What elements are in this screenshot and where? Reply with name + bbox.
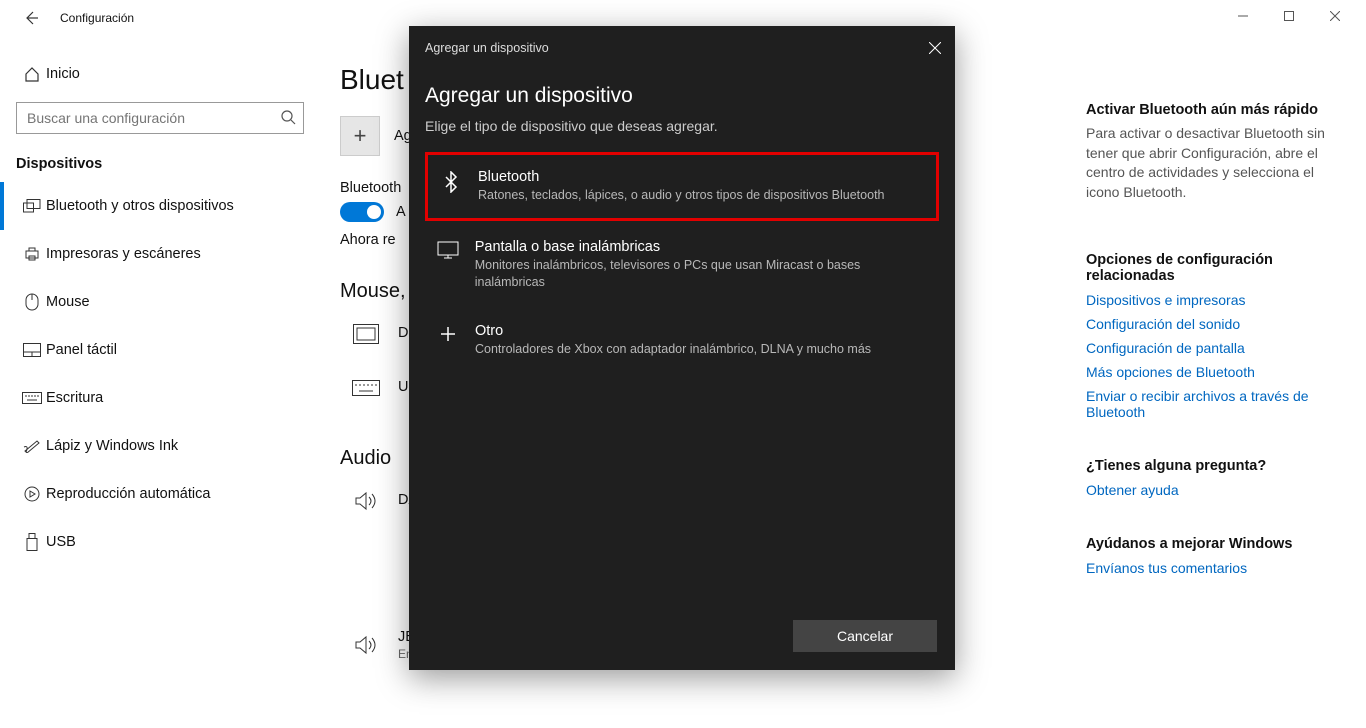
sidebar-item-mouse[interactable]: Mouse bbox=[0, 278, 320, 326]
rp-link-display[interactable]: Configuración de pantalla bbox=[1086, 340, 1346, 356]
search-container bbox=[16, 102, 304, 134]
keyboard-device-icon bbox=[346, 368, 386, 408]
rp-link-feedback[interactable]: Envíanos tus comentarios bbox=[1086, 560, 1346, 576]
modal-title: Agregar un dispositivo bbox=[425, 84, 939, 108]
sidebar-item-usb[interactable]: USB bbox=[0, 518, 320, 566]
rp-text-quick: Para activar o desactivar Bluetooth sin … bbox=[1086, 124, 1346, 202]
rp-heading-improve: Ayúdanos a mejorar Windows bbox=[1086, 536, 1346, 552]
printer-icon bbox=[18, 246, 46, 262]
modal-option-title: Otro bbox=[475, 323, 871, 339]
window-title: Configuración bbox=[60, 11, 134, 25]
modal-subtitle: Elige el tipo de dispositivo que deseas … bbox=[425, 118, 939, 134]
home-icon bbox=[18, 66, 46, 82]
sidebar-item-printers[interactable]: Impresoras y escáneres bbox=[0, 230, 320, 278]
plus-icon bbox=[435, 325, 461, 343]
pen-icon bbox=[18, 439, 46, 453]
sidebar-item-label: Escritura bbox=[46, 390, 103, 406]
modal-option-wireless-display[interactable]: Pantalla o base inalámbricas Monitores i… bbox=[425, 225, 939, 305]
sidebar-item-typing[interactable]: Escritura bbox=[0, 374, 320, 422]
modal-option-desc: Controladores de Xbox con adaptador inal… bbox=[475, 341, 871, 358]
modal-option-title: Bluetooth bbox=[478, 169, 885, 185]
rp-link-devices-printers[interactable]: Dispositivos e impresoras bbox=[1086, 292, 1346, 308]
touchpad-device-icon bbox=[346, 314, 386, 354]
touchpad-icon bbox=[18, 343, 46, 357]
modal-option-bluetooth[interactable]: Bluetooth Ratones, teclados, lápices, o … bbox=[425, 152, 939, 221]
devices-icon bbox=[18, 199, 46, 213]
usb-icon bbox=[18, 533, 46, 551]
arrow-left-icon bbox=[23, 10, 39, 26]
monitor-icon bbox=[435, 241, 461, 259]
close-icon bbox=[929, 42, 941, 54]
modal-option-desc: Ratones, teclados, lápices, o audio y ot… bbox=[478, 187, 885, 204]
home-label: Inicio bbox=[46, 66, 80, 82]
sidebar-item-label: Panel táctil bbox=[46, 342, 117, 358]
modal-close-button[interactable] bbox=[929, 42, 941, 54]
sidebar-item-bluetooth[interactable]: Bluetooth y otros dispositivos bbox=[0, 182, 320, 230]
bluetooth-toggle[interactable] bbox=[340, 202, 384, 222]
rp-heading-related: Opciones de configuración relacionadas bbox=[1086, 252, 1346, 284]
home-link[interactable]: Inicio bbox=[0, 54, 320, 94]
keyboard-icon bbox=[18, 392, 46, 404]
rp-link-sound[interactable]: Configuración del sonido bbox=[1086, 316, 1346, 332]
maximize-icon bbox=[1284, 11, 1294, 21]
rp-link-more-bluetooth[interactable]: Más opciones de Bluetooth bbox=[1086, 364, 1346, 380]
close-button[interactable] bbox=[1312, 6, 1358, 26]
sidebar-item-label: Lápiz y Windows Ink bbox=[46, 438, 178, 454]
right-panel: Activar Bluetooth aún más rápido Para ac… bbox=[1086, 82, 1346, 584]
sidebar-item-pen[interactable]: Lápiz y Windows Ink bbox=[0, 422, 320, 470]
modal-option-title: Pantalla o base inalámbricas bbox=[475, 239, 929, 255]
rp-heading-quick: Activar Bluetooth aún más rápido bbox=[1086, 102, 1346, 118]
sidebar-item-label: Reproducción automática bbox=[46, 486, 210, 502]
sidebar-item-autoplay[interactable]: Reproducción automática bbox=[0, 470, 320, 518]
speaker-icon bbox=[346, 481, 386, 521]
autoplay-icon bbox=[18, 486, 46, 502]
rp-link-send-receive[interactable]: Enviar o recibir archivos a través de Bl… bbox=[1086, 388, 1346, 420]
add-device-modal: Agregar un dispositivo Agregar un dispos… bbox=[409, 26, 955, 670]
sidebar-item-label: Bluetooth y otros dispositivos bbox=[46, 198, 234, 214]
modal-option-other[interactable]: Otro Controladores de Xbox con adaptador… bbox=[425, 309, 939, 372]
bluetooth-icon bbox=[438, 171, 464, 193]
search-input[interactable] bbox=[16, 102, 304, 134]
search-icon bbox=[280, 109, 296, 125]
window-controls bbox=[1220, 6, 1358, 26]
mouse-icon bbox=[18, 293, 46, 311]
toggle-state-label: A bbox=[396, 204, 406, 220]
modal-header: Agregar un dispositivo bbox=[409, 26, 955, 70]
sidebar: Inicio Dispositivos Bluetooth y otros di… bbox=[0, 36, 320, 728]
speaker-icon bbox=[346, 625, 386, 665]
modal-option-desc: Monitores inalámbricos, televisores o PC… bbox=[475, 257, 929, 291]
plus-icon: + bbox=[340, 116, 380, 156]
modal-header-title: Agregar un dispositivo bbox=[425, 41, 549, 55]
sidebar-item-label: USB bbox=[46, 534, 76, 550]
sidebar-section: Dispositivos bbox=[0, 152, 320, 182]
minimize-button[interactable] bbox=[1220, 6, 1266, 26]
sidebar-item-touchpad[interactable]: Panel táctil bbox=[0, 326, 320, 374]
minimize-icon bbox=[1238, 11, 1248, 21]
sidebar-item-label: Impresoras y escáneres bbox=[46, 246, 201, 262]
close-icon bbox=[1330, 11, 1340, 21]
rp-link-help[interactable]: Obtener ayuda bbox=[1086, 482, 1346, 498]
back-button[interactable] bbox=[20, 7, 42, 29]
rp-heading-question: ¿Tienes alguna pregunta? bbox=[1086, 458, 1346, 474]
maximize-button[interactable] bbox=[1266, 6, 1312, 26]
sidebar-item-label: Mouse bbox=[46, 294, 90, 310]
cancel-button[interactable]: Cancelar bbox=[793, 620, 937, 652]
